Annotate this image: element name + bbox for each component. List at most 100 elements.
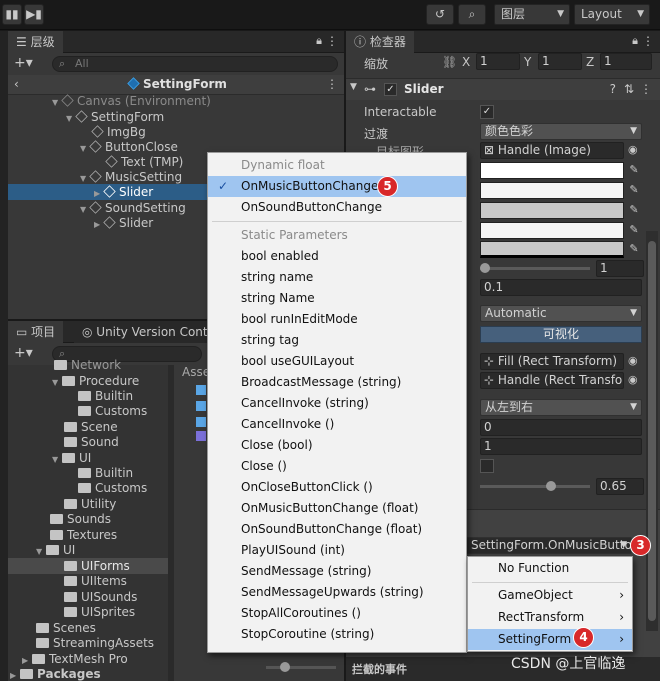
hierarchy-item[interactable]: ▶ Slider: [94, 215, 153, 231]
list-item[interactable]: Utility: [64, 496, 116, 512]
list-item[interactable]: Scenes: [36, 620, 96, 636]
menu-item-static[interactable]: bool runInEditMode: [208, 309, 466, 330]
list-item[interactable]: Sounds: [50, 511, 111, 527]
eyedropper-icon[interactable]: ✎: [626, 241, 642, 257]
link-icon[interactable]: ⛓: [442, 55, 457, 69]
inspector-scrollbar-thumb[interactable]: [648, 241, 656, 621]
menu-item-static[interactable]: SendMessageUpwards (string): [208, 582, 466, 603]
eyedropper-icon[interactable]: ✎: [626, 182, 642, 198]
list-item-selected[interactable]: UIForms: [64, 558, 130, 574]
hierarchy-item[interactable]: ▼ ButtonClose: [80, 139, 178, 155]
menu-item-dynamic-0[interactable]: ✓ OnMusicButtonChange: [208, 176, 466, 197]
menu-item-static[interactable]: PlayUISound (int): [208, 540, 466, 561]
handle-rect-field[interactable]: ⊹ Handle (Rect Transform): [480, 372, 624, 389]
color-multiplier-field[interactable]: 1: [596, 260, 644, 277]
menu-item-settingform[interactable]: SettingForm ›: [468, 629, 632, 650]
list-item[interactable]: Scene: [64, 419, 118, 435]
menu-item-static[interactable]: StopCoroutine (string): [208, 624, 466, 645]
disabled-color-swatch[interactable]: [480, 241, 624, 258]
list-item[interactable]: UISprites: [64, 604, 135, 620]
list-item[interactable]: Builtin: [78, 388, 133, 404]
more-icon[interactable]: ⋮: [326, 34, 338, 48]
lock-icon[interactable]: 🔒︎: [316, 34, 322, 48]
list-item[interactable]: ▼ UI: [36, 542, 75, 558]
normal-color-swatch[interactable]: [480, 162, 624, 179]
object-picker-icon[interactable]: ◉: [628, 143, 638, 156]
highlighted-color-swatch[interactable]: [480, 182, 624, 199]
menu-item-dynamic-1[interactable]: OnSoundButtonChange: [208, 197, 466, 218]
pressed-color-swatch[interactable]: [480, 202, 624, 219]
pause-button[interactable]: ▮▮: [2, 4, 22, 25]
hierarchy-item[interactable]: ImgBg: [91, 124, 146, 140]
scale-x-field[interactable]: 1: [476, 53, 520, 70]
menu-item-static[interactable]: Close (bool): [208, 435, 466, 456]
color-multiplier-slider[interactable]: [480, 267, 590, 270]
menu-item-static[interactable]: bool useGUILayout: [208, 351, 466, 372]
fade-duration-field[interactable]: 0.1: [480, 279, 642, 296]
whole-numbers-checkbox[interactable]: [480, 459, 494, 473]
eyedropper-icon[interactable]: ✎: [626, 202, 642, 218]
navigation-dropdown[interactable]: Automatic ▼: [480, 305, 642, 322]
hierarchy-item-selected[interactable]: ▶ Slider: [94, 184, 153, 200]
fold-icon[interactable]: ▼: [350, 82, 357, 92]
search-button[interactable]: ⌕: [458, 4, 486, 25]
target-graphic-field[interactable]: ⊠ Handle (Image): [480, 142, 624, 159]
menu-item-static[interactable]: string tag: [208, 330, 466, 351]
list-item[interactable]: Network: [54, 357, 121, 373]
value-slider[interactable]: [480, 485, 590, 488]
value-field[interactable]: 0.65: [596, 478, 644, 495]
hierarchy-item[interactable]: ▼ SoundSetting: [80, 200, 186, 216]
zoom-slider-handle[interactable]: [280, 662, 290, 672]
more-icon[interactable]: ⋮: [640, 82, 652, 96]
hierarchy-item[interactable]: ▼ SettingForm: [66, 109, 164, 125]
menu-item-static[interactable]: BroadcastMessage (string): [208, 372, 466, 393]
menu-item-recttransform[interactable]: RectTransform ›: [468, 607, 632, 628]
menu-item-static[interactable]: SendMessage (string): [208, 561, 466, 582]
object-picker-icon[interactable]: ◉: [628, 354, 638, 367]
hierarchy-item[interactable]: ▼ MusicSetting: [80, 169, 182, 185]
menu-item-static[interactable]: OnMusicButtonChange (float): [208, 498, 466, 519]
list-item[interactable]: StreamingAssets: [36, 635, 154, 651]
event-function-dropdown[interactable]: SettingForm.OnMusicButton ▼: [466, 537, 632, 554]
menu-item-static[interactable]: string Name: [208, 288, 466, 309]
menu-item-static[interactable]: string name: [208, 267, 466, 288]
list-item[interactable]: ▼ UI: [52, 450, 91, 466]
interactable-checkbox[interactable]: ✓: [480, 105, 494, 119]
menu-item-gameobject[interactable]: GameObject ›: [468, 585, 632, 606]
list-item[interactable]: UISounds: [64, 589, 137, 605]
asset-icon[interactable]: [196, 385, 206, 395]
menu-item-static[interactable]: CancelInvoke (string): [208, 393, 466, 414]
list-item[interactable]: ▶ Packages: [10, 666, 101, 681]
menu-item-static[interactable]: Close (): [208, 456, 466, 477]
selected-color-swatch[interactable]: [480, 222, 624, 239]
list-item[interactable]: Builtin: [78, 465, 133, 481]
back-icon[interactable]: ‹: [14, 77, 19, 91]
add-icon[interactable]: +▾: [14, 345, 33, 361]
fill-rect-field[interactable]: ⊹ Fill (Rect Transform): [480, 353, 624, 370]
transition-dropdown[interactable]: 颜色色彩 ▼: [480, 123, 642, 140]
tree-scrollbar[interactable]: [168, 365, 174, 681]
layout-dropdown[interactable]: Layout ▼: [574, 4, 650, 25]
layers-dropdown[interactable]: 图层 ▼: [494, 4, 570, 25]
asset-icon[interactable]: [196, 417, 206, 427]
list-item[interactable]: Customs: [78, 480, 147, 496]
hierarchy-item[interactable]: Text (TMP): [105, 154, 183, 170]
color-multiplier-handle[interactable]: [480, 263, 490, 273]
eyedropper-icon[interactable]: ✎: [626, 162, 642, 178]
tab-inspector[interactable]: ⓘ 检查器: [346, 31, 414, 53]
scale-y-field[interactable]: 1: [538, 53, 582, 70]
tab-hierarchy[interactable]: ☰ 层级: [8, 31, 63, 53]
hierarchy-search-input[interactable]: ⌕ All: [52, 56, 338, 72]
list-item[interactable]: Customs: [78, 403, 147, 419]
list-item[interactable]: ▼ Procedure: [52, 373, 139, 389]
asset-icon[interactable]: [196, 431, 206, 441]
history-button[interactable]: ↺: [426, 4, 454, 25]
more-icon[interactable]: ⋮: [642, 34, 654, 48]
menu-item-static[interactable]: OnSoundButtonChange (float): [208, 519, 466, 540]
lock-icon[interactable]: 🔒︎: [632, 34, 638, 48]
add-icon[interactable]: +▾: [14, 55, 33, 71]
menu-item-static[interactable]: OnCloseButtonClick (): [208, 477, 466, 498]
help-icon[interactable]: ?: [610, 82, 616, 96]
direction-dropdown[interactable]: 从左到右 ▼: [480, 399, 642, 416]
list-item[interactable]: Sound: [64, 434, 119, 450]
